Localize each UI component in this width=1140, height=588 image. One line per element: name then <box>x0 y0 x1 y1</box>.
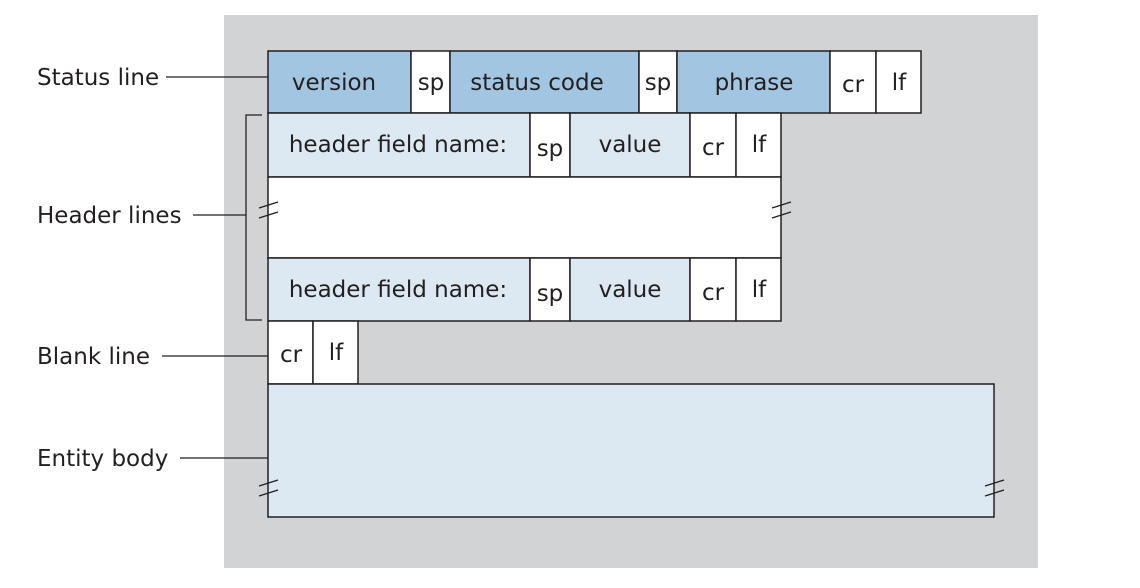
header-lines-label: Header lines <box>37 203 182 229</box>
status-code-text: status code <box>470 70 603 96</box>
blank-line-label: Blank line <box>37 344 150 370</box>
header-line-row: header field name: sp value cr lf <box>267 112 782 178</box>
lf-text: lf <box>329 340 344 366</box>
phrase-text: phrase <box>715 70 794 96</box>
lf-text: lf <box>752 132 767 158</box>
blank-line-row: cr lf <box>267 320 359 385</box>
http-response-format-diagram: version sp status code sp phrase cr lf h… <box>37 15 1038 568</box>
sp-text: sp <box>418 70 445 96</box>
header-field-name-text: header field name: <box>289 132 507 158</box>
value-text: value <box>599 277 662 303</box>
status-line-label: Status line <box>37 65 159 91</box>
lf-text: lf <box>892 70 907 96</box>
header-field-name-text: header field name: <box>289 277 507 303</box>
version-text: version <box>292 70 376 96</box>
sp-text: sp <box>645 70 672 96</box>
cr-text: cr <box>842 72 865 98</box>
sp-text: sp <box>537 136 564 162</box>
sp-text: sp <box>537 281 564 307</box>
lf-text: lf <box>752 277 767 303</box>
header-line-row: header field name: sp value cr lf <box>267 257 782 322</box>
cr-text: cr <box>702 280 725 306</box>
entity-body-label: Entity body <box>37 446 168 472</box>
value-text: value <box>599 132 662 158</box>
cr-text: cr <box>702 135 725 161</box>
cr-text: cr <box>280 342 303 368</box>
elided-header-lines <box>267 176 782 259</box>
status-line-row: version sp status code sp phrase cr lf <box>267 50 922 114</box>
entity-body-box <box>267 383 995 518</box>
